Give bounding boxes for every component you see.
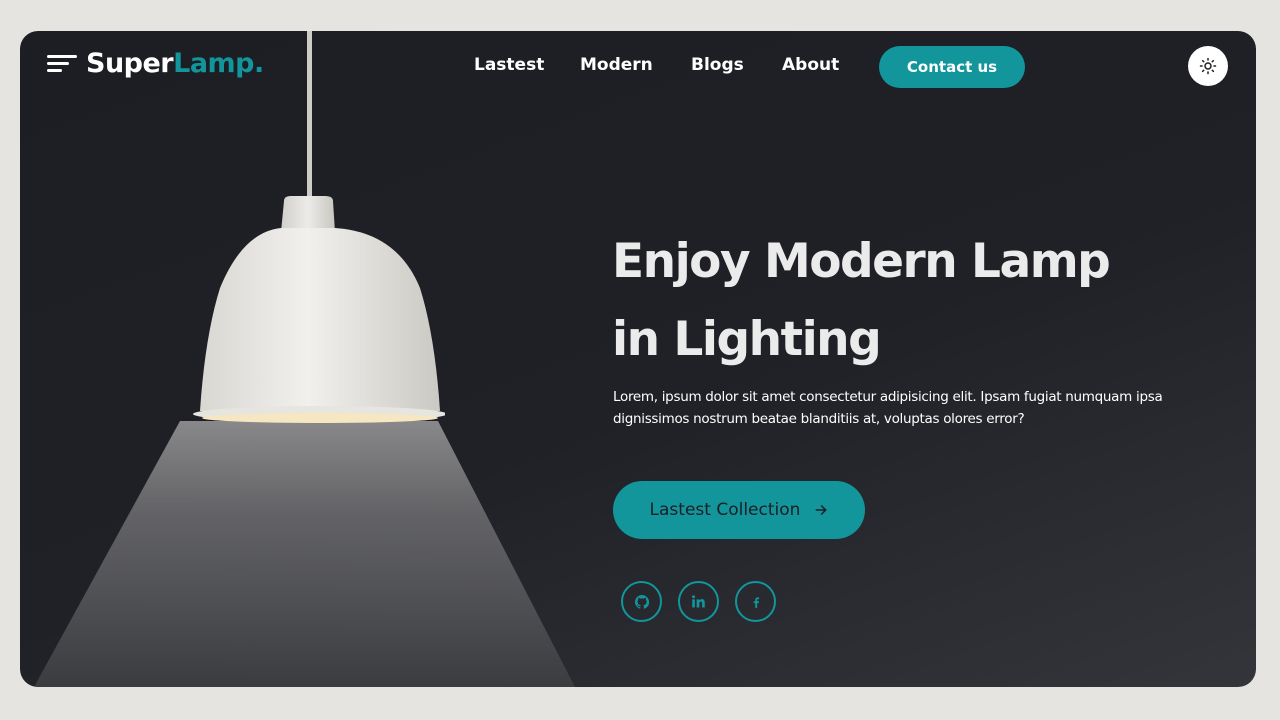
linkedin-icon	[692, 595, 705, 608]
sun-icon	[1199, 57, 1217, 75]
facebook-icon	[753, 596, 759, 608]
lamp-cord	[307, 31, 312, 203]
theme-toggle-button[interactable]	[1188, 46, 1228, 86]
logo[interactable]: SuperLamp.	[47, 48, 264, 79]
lamp-image	[193, 196, 445, 423]
latest-collection-button[interactable]: Lastest Collection	[613, 481, 865, 539]
brand-name-part1: Super	[86, 48, 174, 79]
linkedin-link[interactable]	[678, 581, 719, 622]
hero-title-line1: Enjoy Modern Lamp	[612, 234, 1111, 289]
nav-link-lastest[interactable]: Lastest	[474, 55, 544, 75]
social-links	[621, 581, 776, 622]
nav-link-about[interactable]: About	[782, 55, 839, 75]
hero-title: Enjoy Modern Lamp in Lighting	[612, 223, 1222, 379]
hero-description: Lorem, ipsum dolor sit amet consectetur …	[613, 389, 1163, 427]
brand-name: SuperLamp.	[86, 48, 264, 79]
github-link[interactable]	[621, 581, 662, 622]
brand-name-part2: Lamp.	[173, 48, 264, 79]
hero-title-line2: in Lighting	[612, 312, 882, 367]
contact-button[interactable]: Contact us	[879, 46, 1025, 88]
nav-link-blogs[interactable]: Blogs	[691, 55, 744, 75]
github-icon	[634, 594, 649, 609]
cta-label: Lastest Collection	[649, 500, 801, 520]
nav-link-modern[interactable]: Modern	[580, 55, 653, 75]
hero-frame: SuperLamp. Lastest Modern Blogs About Co…	[20, 31, 1256, 687]
arrow-right-icon	[816, 505, 827, 515]
hamburger-menu-icon[interactable]	[47, 52, 77, 76]
facebook-link[interactable]	[735, 581, 776, 622]
